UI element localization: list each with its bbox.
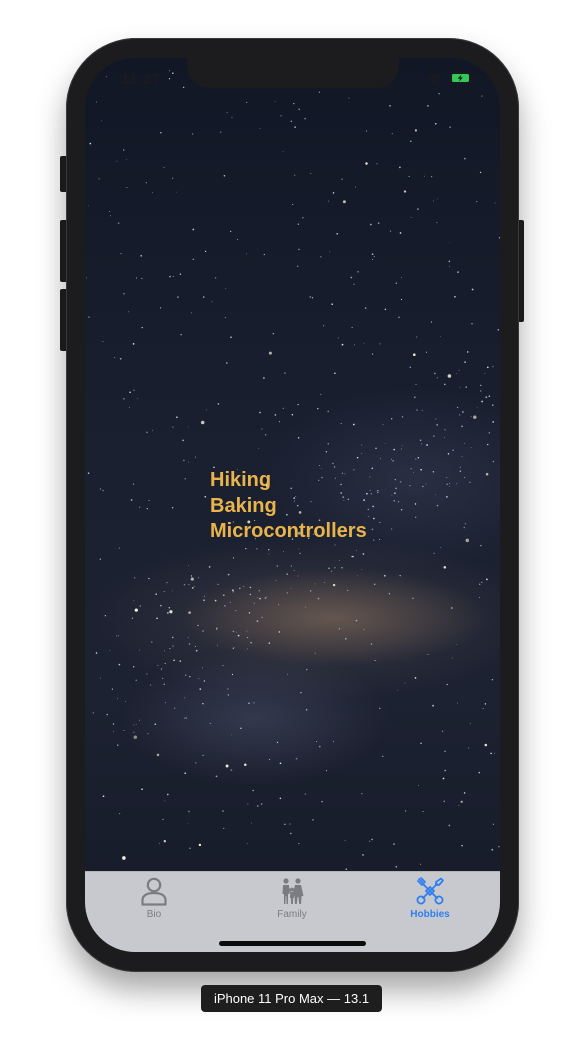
star-field	[85, 60, 500, 871]
person-icon	[141, 877, 167, 906]
iphone-frame: 11:27 Hiking Baking Microcontrollers Bio…	[66, 38, 519, 972]
tab-label: Family	[277, 909, 307, 920]
status-time: 11:27	[121, 71, 161, 88]
simulator-stage: 11:27 Hiking Baking Microcontrollers Bio…	[0, 0, 584, 1048]
tab-hobbies[interactable]: Hobbies	[375, 876, 485, 922]
device-label: iPhone 11 Pro Max — 13.1	[201, 985, 382, 1012]
tab-bio[interactable]: Bio	[99, 876, 209, 922]
tab-label: Bio	[146, 909, 162, 920]
tab-bar: Bio Family Hobbies	[85, 871, 500, 952]
battery-charging-icon	[450, 72, 474, 84]
hobbies-list: Hiking Baking Microcontrollers	[210, 468, 367, 545]
device-screen: 11:27 Hiking Baking Microcontrollers Bio…	[85, 58, 500, 952]
hobby-item: Hiking	[210, 469, 272, 491]
tab-label: Hobbies	[410, 909, 450, 920]
notch	[187, 58, 399, 88]
tools-icon	[416, 877, 444, 905]
tab-family[interactable]: Family	[237, 876, 347, 922]
wifi-icon	[427, 73, 441, 83]
hobby-item: Microcontrollers	[210, 520, 367, 542]
status-icons	[426, 72, 474, 84]
home-indicator[interactable]	[219, 941, 366, 946]
hobby-item: Baking	[210, 494, 277, 517]
family-icon	[282, 878, 304, 904]
